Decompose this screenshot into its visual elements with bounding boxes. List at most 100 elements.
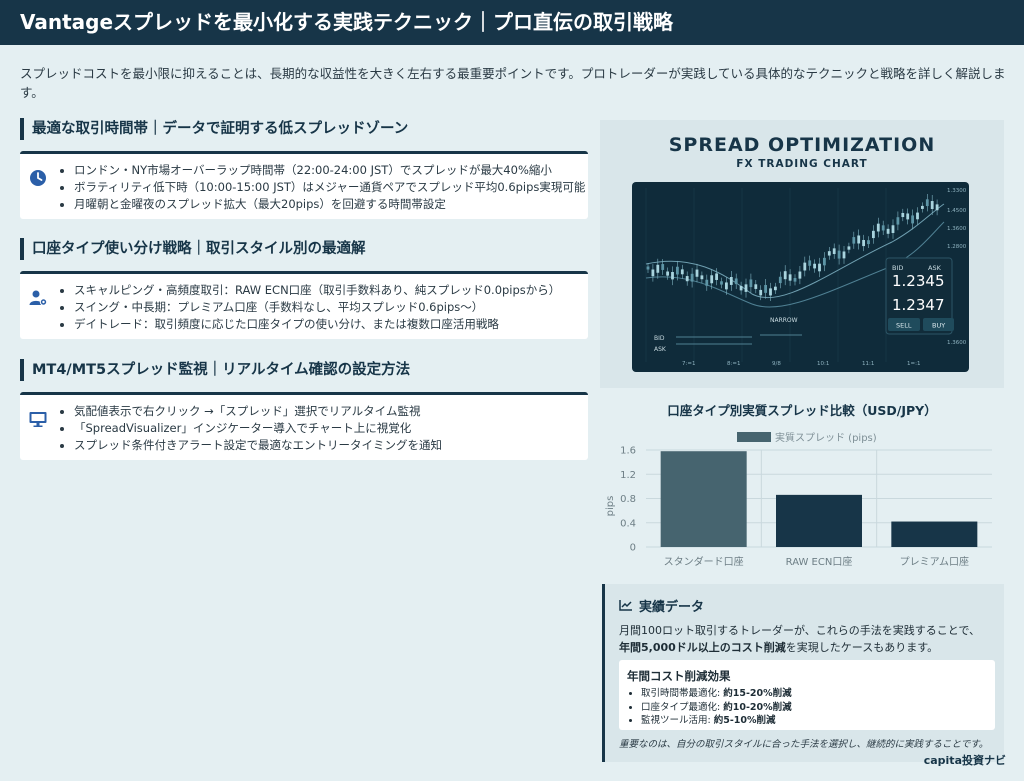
x-tick-label: RAW ECN口座	[786, 555, 853, 568]
page-header: Vantageスプレッドを最小化する実践テクニック｜プロ直伝の取引戦略	[0, 0, 1024, 45]
legend-swatch	[737, 432, 771, 442]
bar	[891, 521, 978, 547]
candle-body	[749, 279, 753, 288]
candle-body	[774, 286, 777, 291]
list-item: 監視ツール活用: 約5-10%削減	[641, 714, 792, 728]
candle-body	[793, 278, 797, 282]
candle-body	[676, 266, 679, 275]
card-account: スキャルピング・高頻度取引：RAW ECN口座（取引手数料あり、純スプレッド0.…	[20, 271, 588, 339]
trading-chart: BID ASK NARROW 7:=1 8:=1 9/8 10:1 11:1 1=:1 1…	[632, 182, 969, 372]
candle-body	[769, 288, 772, 296]
candle-body	[832, 248, 836, 255]
legend-label: 実質スプレッド (pips)	[775, 431, 877, 444]
candle-body	[916, 212, 919, 220]
bar	[660, 451, 747, 547]
candle-body	[739, 285, 743, 291]
candle-body	[857, 235, 861, 244]
candle-body	[896, 217, 900, 225]
candlestick-chart: BID ASK NARROW 7:=1 8:=1 9/8 10:1 11:1 1=:1 1…	[645, 188, 967, 367]
x-tick-label: スタンダード口座	[664, 555, 744, 568]
illustration-subtitle: FX TRADING CHART	[736, 158, 868, 170]
candle-body	[646, 266, 650, 270]
candle-body	[852, 237, 856, 244]
results-line-2-rest: を実現したケースもあります。	[785, 641, 939, 654]
list-item: 月曜朝と金曜夜のスプレッド拡大（最大20pips）を回避する時間帯設定	[74, 196, 585, 213]
card-timezone: ロンドン・NY市場オーバーラップ時間帯（22:00-24:00 JST）でスプレ…	[20, 151, 588, 219]
spread-bar-chart: 実質スプレッド (pips) pips 0 0.4 0.8 1.2 1.6 スタンダード口…	[605, 431, 992, 568]
candle-body	[891, 225, 895, 233]
illustration-title: SPREAD OPTIMIZATION	[668, 134, 936, 156]
list-item: デイトレード：取引頻度に応じた口座タイプの使い分け、または複数口座活用戦略	[74, 316, 560, 333]
candle-body	[886, 228, 890, 234]
y-tick-label: 1.2	[620, 470, 636, 481]
card-monitoring: 気配値表示で右クリック →「スプレッド」選択でリアルタイム監視 「SpreadV…	[20, 392, 588, 460]
candle-body	[734, 278, 738, 285]
list-item: 取引時間帯最適化: 約15-20%削減	[641, 687, 792, 701]
candle-body	[695, 269, 699, 277]
candle-body	[813, 263, 816, 269]
cost-reduction-title: 年間コスト削減効果	[627, 669, 731, 683]
list-item: 「SpreadVisualizer」インジケーター導入でチャート上に視覚化	[74, 420, 442, 437]
chart-y-tick: 1.2800	[947, 244, 967, 250]
sell-label: SELL	[896, 322, 912, 330]
list-item: 口座タイプ最適化: 約10-20%削減	[641, 701, 792, 715]
monitor-icon	[29, 412, 47, 427]
y-tick-label: 1.6	[620, 446, 636, 457]
list-item: ロンドン・NY市場オーバーラップ時間帯（22:00-24:00 JST）でスプレ…	[74, 162, 585, 179]
candle-body	[671, 272, 674, 280]
chart-bid-label: BID	[654, 335, 665, 342]
candle-body	[925, 199, 929, 207]
candle-body	[680, 269, 684, 275]
candle-body	[867, 240, 870, 245]
candle-body	[872, 230, 875, 239]
results-line-1: 月間100ロット取引するトレーダーが、これらの手法を実践することで、	[619, 624, 981, 637]
candle-body	[764, 284, 767, 293]
candle-body	[710, 275, 714, 284]
list-item: スプレッド条件付きアラート設定で最適なエントリータイミングを通知	[74, 437, 442, 454]
candle-body	[729, 276, 733, 285]
candle-body	[788, 274, 792, 281]
ask-price: 1.2347	[892, 296, 945, 314]
candle-body	[847, 246, 851, 250]
chart-y-tick: 1.3300	[947, 188, 967, 194]
chart-x-tick: 9/8	[772, 361, 781, 367]
chart-x-tick: 10:1	[817, 361, 829, 367]
item-label: 監視ツール活用:	[641, 715, 714, 726]
chart-x-tick: 11:1	[862, 361, 874, 367]
bar-chart-title: 口座タイプ別実質スプレッド比較（USD/JPY）	[667, 403, 937, 418]
candle-body	[911, 215, 914, 224]
candle-body	[661, 264, 665, 270]
cost-reduction-card: 年間コスト削減効果 取引時間帯最適化: 約15-20%削減 口座タイプ最適化: …	[619, 660, 995, 730]
candle-body	[783, 271, 787, 280]
candle-body	[901, 212, 905, 218]
list-item: ボラティリティ低下時（10:00-15:00 JST）はメジャー通貨ペアでスプレ…	[74, 179, 585, 196]
candle-body	[876, 223, 880, 232]
chart-x-tick: 1=:1	[907, 361, 920, 367]
candle-body	[798, 271, 802, 279]
results-title: 実績データ	[639, 600, 705, 615]
candle-body	[827, 251, 831, 256]
candle-body	[656, 264, 660, 273]
candle-body	[744, 284, 748, 292]
price-bid-label: BID	[892, 264, 903, 272]
candle-body	[808, 260, 812, 266]
candle-body	[715, 273, 718, 280]
candle-body	[823, 257, 826, 266]
bid-price: 1.2345	[892, 272, 945, 290]
x-tick-label: プレミアム口座	[900, 555, 969, 568]
section-title-account: 口座タイプ使い分け戦略｜取引スタイル別の最適解	[20, 238, 366, 260]
candle-body	[725, 282, 728, 290]
spread-optimization-illustration: SPREAD OPTIMIZATION FX TRADING CHART BID…	[600, 120, 1004, 388]
results-note: 重要なのは、自分の取引スタイルに合った手法を選択し、継続的に実践することです。	[619, 739, 989, 750]
y-axis-label: pips	[605, 496, 616, 517]
list-item: スキャルピング・高頻度取引：RAW ECN口座（取引手数料あり、純スプレッド0.…	[74, 282, 560, 299]
chart-x-tick: 8:=1	[727, 361, 740, 367]
item-value: 約10-20%削減	[723, 701, 792, 713]
candle-body	[862, 239, 865, 247]
candle-body	[935, 204, 939, 211]
list-item: 気配値表示で右クリック →「スプレッド」選択でリアルタイム監視	[74, 403, 442, 420]
candle-body	[685, 276, 689, 282]
candle-body	[881, 225, 885, 231]
y-tick-label: 0	[630, 543, 636, 554]
section-title-monitoring: MT4/MT5スプレッド監視｜リアルタイム確認の設定方法	[20, 359, 410, 381]
